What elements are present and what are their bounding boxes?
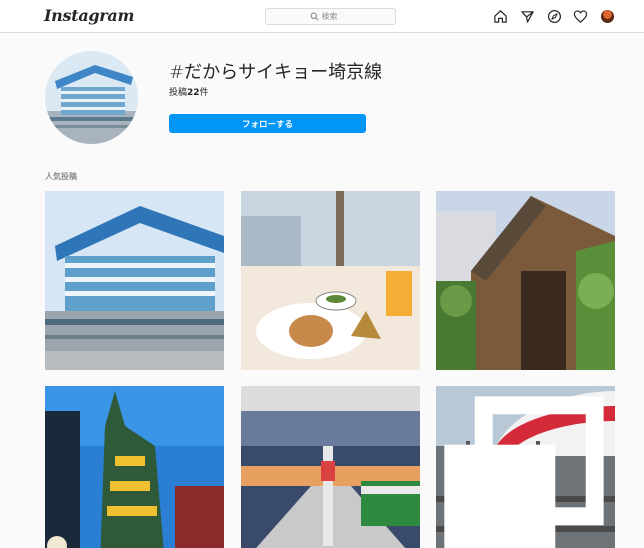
post-count-label: 投稿 [169, 88, 188, 98]
explore-icon[interactable] [547, 9, 562, 24]
post-count-suffix: 件 [199, 88, 209, 98]
platform-photo [241, 386, 420, 548]
follow-button[interactable]: フォローする [169, 114, 366, 133]
activity-heart-icon[interactable] [573, 9, 588, 24]
ivy-house-photo [436, 191, 615, 370]
cafe-photo [241, 191, 420, 370]
post-tile-ivy-house[interactable] [436, 191, 615, 370]
post-tile-train[interactable] [436, 386, 615, 548]
search-icon [310, 12, 318, 21]
search-box[interactable] [265, 8, 396, 25]
profile-avatar[interactable] [601, 10, 614, 23]
post-tile-tower[interactable] [45, 386, 224, 548]
multiple-photos-icon [444, 396, 604, 548]
post-count-number: 22 [187, 88, 200, 98]
post-tile-cafe[interactable] [241, 191, 420, 370]
post-tile-platform[interactable] [241, 386, 420, 548]
stadium-photo [45, 191, 224, 370]
hashtag-title: #だからサイキョー埼京線 [169, 62, 383, 83]
top-posts-heading: 人気投稿 [45, 172, 77, 181]
top-navigation-bar: Instagram [0, 0, 644, 33]
search-input[interactable] [321, 12, 352, 21]
direct-message-icon[interactable] [520, 9, 535, 24]
hashtag-avatar [45, 51, 138, 144]
tower-photo [45, 386, 224, 548]
home-icon[interactable] [493, 9, 508, 24]
stadium-image [45, 51, 138, 144]
post-count: 投稿22件 [169, 85, 209, 98]
post-tile-stadium[interactable] [45, 191, 224, 370]
instagram-logo[interactable]: Instagram [44, 6, 134, 25]
